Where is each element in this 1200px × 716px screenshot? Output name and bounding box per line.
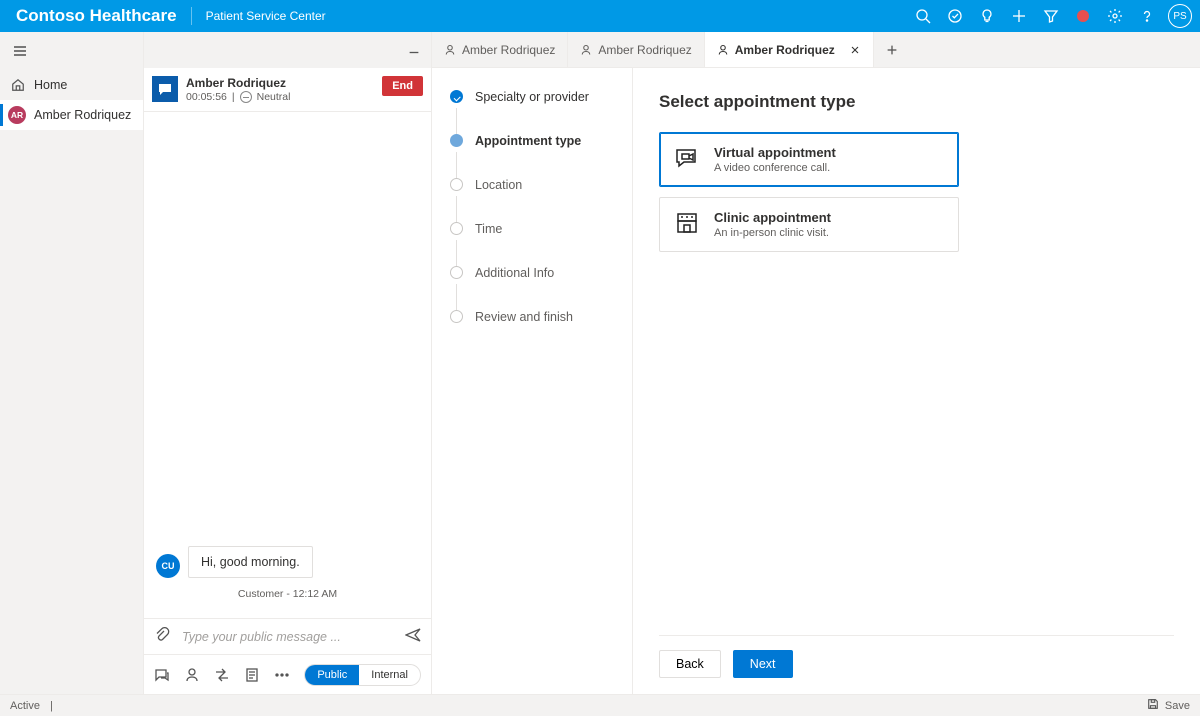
end-button[interactable]: End bbox=[382, 76, 423, 96]
settings-icon[interactable] bbox=[1100, 0, 1130, 32]
home-icon bbox=[10, 77, 26, 93]
attach-icon[interactable] bbox=[154, 627, 170, 646]
nav-session-amber[interactable]: AR Amber Rodriquez bbox=[0, 100, 143, 130]
stepper: Specialty or provider Appointment type L… bbox=[432, 68, 632, 694]
step-specialty[interactable]: Specialty or provider bbox=[450, 90, 620, 134]
card-clinic[interactable]: Clinic appointment An in-person clinic v… bbox=[659, 197, 959, 252]
chat-toolbar: Public Internal bbox=[144, 654, 431, 694]
chat-message-meta: Customer - 12:12 AM bbox=[156, 584, 419, 608]
clinic-icon bbox=[674, 210, 700, 236]
session-sentiment: Neutral bbox=[257, 91, 291, 103]
card-virtual-sub: A video conference call. bbox=[714, 162, 836, 174]
save-icon[interactable] bbox=[1147, 698, 1159, 713]
send-icon[interactable] bbox=[405, 627, 421, 646]
quick-reply-icon[interactable] bbox=[154, 667, 170, 683]
step-time[interactable]: Time bbox=[450, 222, 620, 266]
neutral-icon bbox=[240, 91, 252, 103]
status-active: Active bbox=[10, 700, 40, 712]
visibility-toggle[interactable]: Public Internal bbox=[304, 664, 421, 686]
detail-heading: Select appointment type bbox=[659, 92, 1174, 112]
status-bar: Active | Save bbox=[0, 694, 1200, 716]
nav-home[interactable]: Home bbox=[0, 70, 143, 100]
tab-1[interactable]: Amber Rodriquez bbox=[568, 32, 704, 67]
left-nav: Home AR Amber Rodriquez bbox=[0, 32, 144, 694]
tab-add[interactable] bbox=[874, 32, 910, 67]
tab-0[interactable]: Amber Rodriquez bbox=[432, 32, 568, 67]
chat-channel-icon bbox=[152, 76, 178, 102]
nav-home-label: Home bbox=[34, 78, 67, 92]
filter-icon[interactable] bbox=[1036, 0, 1066, 32]
detail-panel: Select appointment type Virtual appointm… bbox=[632, 68, 1200, 694]
record-indicator[interactable] bbox=[1068, 0, 1098, 32]
session-panel: Amber Rodriquez 00:05:56 | Neutral End C… bbox=[144, 32, 432, 694]
next-button[interactable]: Next bbox=[733, 650, 793, 678]
card-virtual[interactable]: Virtual appointment A video conference c… bbox=[659, 132, 959, 187]
person-icon bbox=[580, 44, 592, 56]
lightbulb-icon[interactable] bbox=[972, 0, 1002, 32]
nav-session-label: Amber Rodriquez bbox=[34, 108, 131, 122]
tab-strip: Amber Rodriquez Amber Rodriquez Amber Ro… bbox=[432, 32, 1200, 68]
minimize-icon[interactable] bbox=[407, 42, 421, 59]
more-icon[interactable] bbox=[274, 667, 290, 683]
person-icon bbox=[717, 44, 729, 56]
brand: Contoso Healthcare bbox=[16, 6, 191, 26]
chat-transcript: CU Hi, good morning. Customer - 12:12 AM bbox=[144, 112, 431, 618]
search-icon[interactable] bbox=[908, 0, 938, 32]
notes-icon[interactable] bbox=[244, 667, 260, 683]
chat-input[interactable] bbox=[180, 629, 395, 645]
help-icon[interactable] bbox=[1132, 0, 1162, 32]
video-chat-icon bbox=[674, 145, 700, 171]
work-area: Amber Rodriquez Amber Rodriquez Amber Ro… bbox=[432, 32, 1200, 694]
close-icon[interactable] bbox=[849, 44, 861, 56]
card-clinic-title: Clinic appointment bbox=[714, 210, 831, 225]
tab-2[interactable]: Amber Rodriquez bbox=[705, 32, 874, 67]
pill-public[interactable]: Public bbox=[305, 665, 359, 685]
hamburger-icon[interactable] bbox=[0, 32, 143, 70]
customer-avatar: CU bbox=[156, 554, 180, 578]
step-review[interactable]: Review and finish bbox=[450, 310, 620, 324]
add-icon[interactable] bbox=[1004, 0, 1034, 32]
person-icon bbox=[444, 44, 456, 56]
consult-icon[interactable] bbox=[184, 667, 200, 683]
tab-0-label: Amber Rodriquez bbox=[462, 43, 555, 57]
transfer-icon[interactable] bbox=[214, 667, 230, 683]
step-appointment-type[interactable]: Appointment type bbox=[450, 134, 620, 178]
back-button[interactable]: Back bbox=[659, 650, 721, 678]
task-icon[interactable] bbox=[940, 0, 970, 32]
step-location[interactable]: Location bbox=[450, 178, 620, 222]
pill-internal[interactable]: Internal bbox=[359, 665, 420, 685]
step-additional[interactable]: Additional Info bbox=[450, 266, 620, 310]
card-virtual-title: Virtual appointment bbox=[714, 145, 836, 160]
status-save[interactable]: Save bbox=[1165, 700, 1190, 712]
tab-2-label: Amber Rodriquez bbox=[735, 43, 835, 57]
chat-message: Hi, good morning. bbox=[188, 546, 313, 578]
sub-brand: Patient Service Center bbox=[192, 9, 326, 23]
user-avatar[interactable]: PS bbox=[1168, 4, 1192, 28]
tab-1-label: Amber Rodriquez bbox=[598, 43, 691, 57]
topbar: Contoso Healthcare Patient Service Cente… bbox=[0, 0, 1200, 32]
session-name: Amber Rodriquez bbox=[186, 76, 374, 90]
session-badge: AR bbox=[8, 106, 26, 124]
chat-input-row bbox=[144, 618, 431, 654]
session-header: Amber Rodriquez 00:05:56 | Neutral End bbox=[144, 68, 431, 112]
session-timer: 00:05:56 bbox=[186, 91, 227, 103]
card-clinic-sub: An in-person clinic visit. bbox=[714, 227, 831, 239]
